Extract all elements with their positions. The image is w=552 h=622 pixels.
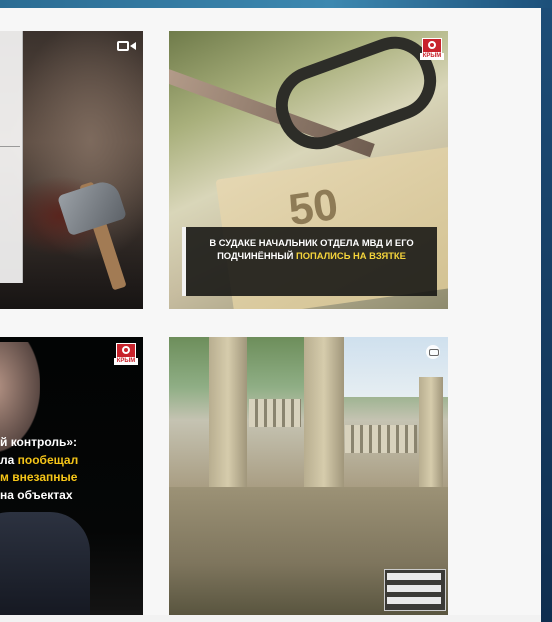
photo-detail: [387, 573, 441, 580]
window-edge: [541, 8, 552, 622]
krym-logo-icon: КРЫМ: [114, 343, 138, 365]
caption-highlight: ПОПАЛИСЬ НА ВЗЯТКЕ: [295, 250, 406, 261]
post-thumbnail-carousel[interactable]: [169, 337, 448, 615]
multiple-images-icon: [426, 345, 440, 359]
grid-bottom-edge: [0, 615, 541, 622]
overlapping-window-pane: [0, 31, 20, 147]
overlapping-window-edge: [0, 31, 23, 283]
post-thumbnail-bribe-news[interactable]: 50 КРЫМ В СУДАКЕ НАЧАЛЬНИК ОТДЕЛА МВД И …: [169, 31, 448, 309]
post-caption: В СУДАКЕ НАЧАЛЬНИК ОТДЕЛА МВД И ЕГО ПОДЧ…: [182, 227, 437, 296]
krym-logo-icon: КРЫМ: [420, 38, 444, 60]
photo-detail: [249, 399, 301, 427]
photo-detail: [56, 177, 128, 237]
video-camera-icon: [117, 40, 137, 52]
photo-detail: [345, 425, 417, 453]
quote-line: й контроль»:: [0, 435, 78, 449]
post-thumbnail-quote[interactable]: КРЫМ й контроль»: ла пообещал м внезапны…: [0, 337, 143, 615]
post-thumbnail-video[interactable]: [0, 31, 143, 309]
quote-line: м внезапные: [0, 470, 78, 484]
photo-detail: [0, 512, 90, 615]
post-quote: й контроль»: ла пообещал м внезапные на …: [0, 434, 143, 504]
photo-detail: [387, 585, 441, 592]
quote-line: на объектах: [0, 487, 73, 502]
quote-line: ла пообещал: [0, 452, 79, 467]
photo-detail: [387, 597, 441, 604]
